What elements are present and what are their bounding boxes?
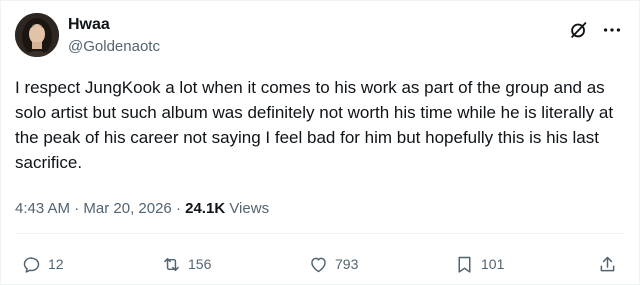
reply-count: 12 (48, 256, 64, 272)
reply-button[interactable]: 12 (21, 253, 64, 275)
avatar[interactable] (15, 13, 59, 57)
tweet-date[interactable]: Mar 20, 2026 (83, 200, 171, 217)
share-button[interactable] (597, 253, 618, 275)
tweet-time[interactable]: 4:43 AM (15, 200, 70, 217)
views-count: 24.1K (185, 200, 226, 217)
more-icon[interactable] (601, 19, 623, 41)
retweet-icon (164, 257, 179, 271)
tweet-text: I respect JungKook a lot when it comes t… (15, 78, 614, 172)
reply-icon (23, 256, 40, 273)
meta-separator: · (70, 200, 84, 217)
views-label: Views (229, 200, 270, 217)
divider (15, 233, 625, 234)
bookmark-count: 101 (481, 256, 505, 272)
tweet-meta: 4:43 AM · Mar 20, 2026 · 24.1K Views (15, 199, 269, 219)
grok-icon[interactable] (568, 19, 590, 41)
author-name[interactable]: Hwaa (68, 15, 110, 35)
like-count: 793 (335, 256, 359, 272)
bookmark-button[interactable]: 101 (454, 253, 504, 275)
avatar-image (15, 13, 59, 57)
like-button[interactable]: 793 (308, 253, 358, 275)
like-icon (311, 257, 326, 272)
tweet-card: Hwaa @Goldenaotc I respect JungKook a lo… (0, 0, 640, 285)
author-handle[interactable]: @Goldenaotc (68, 37, 160, 57)
retweet-button[interactable]: 156 (161, 253, 211, 275)
share-icon (600, 256, 615, 271)
retweet-count: 156 (188, 256, 212, 272)
meta-separator-2: · (171, 200, 186, 217)
bookmark-icon (458, 256, 471, 273)
